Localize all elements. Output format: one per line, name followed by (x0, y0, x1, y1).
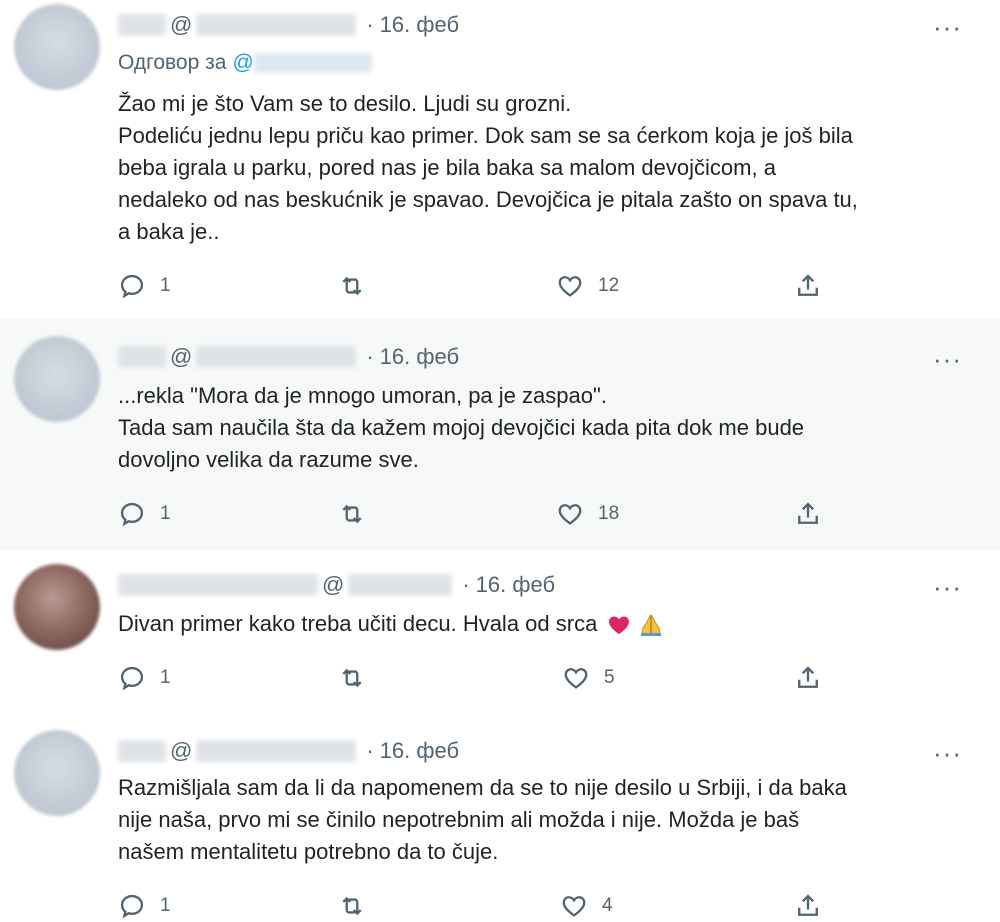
share-icon (798, 274, 818, 296)
tweet-1[interactable]: @ · 16. феб ··· Одговор за @ Žao mi je š… (0, 0, 1000, 318)
share-button[interactable] (794, 500, 822, 528)
share-button[interactable] (794, 664, 822, 692)
tweet-actions: 1 5 (118, 664, 838, 694)
retweet-button[interactable] (338, 892, 366, 920)
display-name-redacted[interactable] (118, 14, 166, 36)
tweet-header: @ · 16. феб (118, 342, 459, 372)
display-name-redacted[interactable] (118, 574, 318, 596)
folded-hands-emoji (640, 614, 661, 637)
like-button[interactable]: 18 (556, 500, 619, 528)
separator-dot: · (366, 344, 374, 369)
reply-to-label: Одговор за (118, 51, 227, 74)
mention-handle-redacted[interactable] (253, 53, 372, 73)
tweet-4[interactable]: @ · 16. феб ··· Razmišljala sam da li da… (0, 720, 1000, 922)
like-count: 5 (604, 667, 615, 688)
handle-redacted[interactable] (196, 14, 357, 36)
handle-at: @ (170, 738, 193, 763)
reply-button[interactable]: 1 (118, 892, 171, 920)
like-count: 18 (598, 503, 620, 524)
reply-button[interactable]: 1 (118, 500, 171, 528)
avatar[interactable] (14, 730, 100, 816)
retweet-icon (342, 668, 362, 688)
more-icon[interactable]: ··· (933, 574, 962, 600)
tweet-text: ...rekla "Mora da je mnogo umoran, pa je… (118, 383, 805, 472)
reply-icon (120, 274, 144, 299)
retweet-button[interactable] (338, 664, 366, 692)
more-icon[interactable]: ··· (933, 740, 962, 766)
share-button[interactable] (794, 892, 822, 920)
tweet-date[interactable]: 16. феб (380, 738, 459, 764)
display-name-redacted[interactable] (118, 346, 166, 368)
like-button[interactable]: 12 (556, 272, 619, 300)
share-icon (798, 666, 818, 688)
share-button[interactable] (794, 272, 822, 300)
tweet-text-line: Divan primer kako treba učiti decu. Hval… (118, 611, 598, 636)
tweet-date[interactable]: 16. феб (380, 344, 459, 370)
separator-dot: · (366, 738, 374, 763)
reply-icon (120, 894, 144, 919)
separator-dot: · (462, 572, 470, 597)
tweet-3[interactable]: @ · 16. феб ··· Divan primer kako treba … (0, 550, 1000, 720)
tweet-header: @ · 16. феб (118, 570, 555, 600)
reply-icon (120, 502, 144, 527)
handle-at: @ (170, 12, 193, 37)
tweet-2[interactable]: @ · 16. феб ··· ...rekla "Mora da je mno… (0, 318, 1000, 550)
tweet-text: Divan primer kako treba učiti decu. Hval… (118, 608, 968, 640)
display-name-redacted[interactable] (118, 740, 166, 762)
heart-icon (564, 668, 588, 689)
like-count: 4 (602, 895, 613, 916)
reply-count: 1 (160, 895, 171, 916)
reply-to-line: Одговор за @ (118, 48, 372, 78)
separator-dot: · (366, 12, 374, 37)
heart-icon (558, 276, 582, 297)
handle-redacted[interactable] (348, 574, 453, 596)
reply-count: 1 (160, 503, 171, 524)
heart-icon (562, 896, 586, 917)
more-icon[interactable]: ··· (933, 14, 962, 40)
tweet-date[interactable]: 16. феб (476, 572, 555, 598)
tweet-text: Razmišljala sam da li da napomenem da se… (118, 775, 847, 864)
tweet-header: @ · 16. феб (118, 736, 459, 766)
retweet-button[interactable] (338, 500, 366, 528)
handle-redacted[interactable] (196, 740, 357, 762)
heart-icon (558, 504, 582, 525)
share-icon (798, 894, 818, 916)
handle-at: @ (322, 572, 345, 597)
handle-redacted[interactable] (196, 346, 357, 368)
tweet-text: Žao mi je što Vam se to desilo. Ljudi su… (118, 91, 858, 244)
like-count: 12 (598, 275, 620, 296)
reply-count: 1 (160, 275, 171, 296)
reply-button[interactable]: 1 (118, 664, 171, 692)
retweet-icon (342, 504, 362, 524)
red-heart-emoji (609, 616, 630, 635)
retweet-icon (342, 896, 362, 916)
share-icon (798, 502, 818, 524)
tweet-date[interactable]: 16. феб (380, 12, 459, 38)
reply-to-mention[interactable]: @ (232, 51, 372, 75)
reply-icon (120, 666, 144, 691)
tweet-header: @ · 16. феб (118, 10, 459, 40)
like-button[interactable]: 4 (560, 892, 613, 920)
retweet-button[interactable] (338, 272, 366, 300)
like-button[interactable]: 5 (562, 664, 615, 692)
more-icon[interactable]: ··· (933, 346, 962, 372)
avatar[interactable] (14, 336, 100, 422)
avatar[interactable] (14, 564, 100, 650)
tweet-actions: 1 4 (118, 892, 838, 922)
avatar[interactable] (14, 4, 100, 90)
handle-at: @ (170, 344, 193, 369)
retweet-icon (342, 276, 362, 296)
tweet-actions: 1 12 (118, 272, 838, 302)
tweet-actions: 1 18 (118, 500, 838, 530)
reply-button[interactable]: 1 (118, 272, 171, 300)
reply-count: 1 (160, 667, 171, 688)
